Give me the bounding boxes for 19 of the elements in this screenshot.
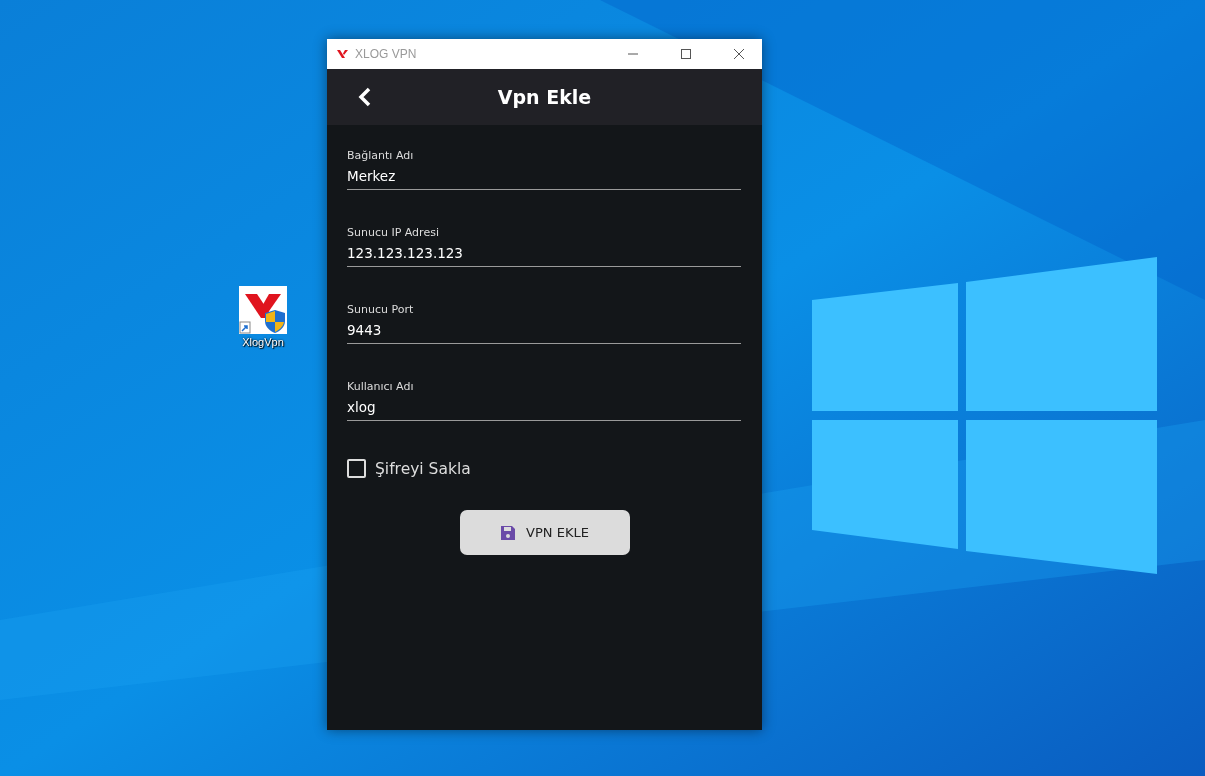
logo-icon <box>337 50 348 58</box>
page-title: Vpn Ekle <box>497 86 592 108</box>
checkbox-label: Şifreyi Sakla <box>375 459 471 478</box>
field-label: Sunucu Port <box>347 303 415 316</box>
input-field[interactable]: 123.123.123.123 <box>347 245 741 267</box>
app-shortcut-icon[interactable] <box>239 286 287 334</box>
input-field[interactable]: Merkez <box>347 168 741 190</box>
input-field[interactable]: 9443 <box>347 322 741 344</box>
checkbox[interactable] <box>347 459 366 478</box>
input-field[interactable]: xlog <box>347 399 741 421</box>
shortcut-label: XlogVpn <box>242 336 284 348</box>
field-label: Sunucu IP Adresi <box>347 226 440 239</box>
window-title: XLOG VPN <box>355 47 418 61</box>
close-icon <box>734 49 744 59</box>
field-label: Kullanıcı Adı <box>347 380 415 393</box>
field-label: Bağlantı Adı <box>347 149 415 162</box>
add-vpn-button[interactable]: VPN EKLE <box>459 510 630 555</box>
save-icon <box>500 524 517 541</box>
maximize-icon <box>681 49 691 59</box>
